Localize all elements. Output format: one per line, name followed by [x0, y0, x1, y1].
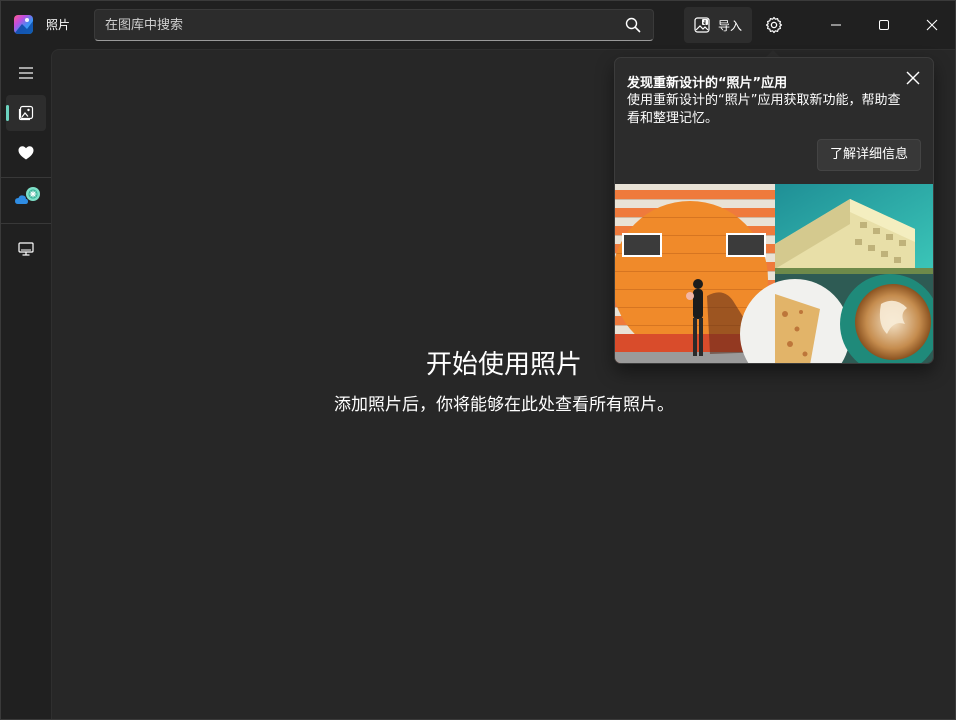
search-input[interactable]	[105, 10, 605, 40]
teaching-tip-title: 发现重新设计的“照片”应用	[627, 76, 788, 91]
close-icon[interactable]	[905, 70, 921, 86]
sidebar-divider	[1, 177, 51, 178]
settings-button[interactable]	[759, 9, 789, 41]
gear-icon	[765, 16, 783, 34]
import-label: 导入	[718, 19, 743, 33]
maximize-button[interactable]	[860, 1, 906, 49]
gallery-icon	[18, 105, 34, 121]
app-title: 照片	[46, 18, 71, 32]
heart-icon	[18, 146, 34, 160]
sidebar-item-onedrive[interactable]	[6, 181, 46, 217]
title-bar: 照片 导入	[1, 1, 955, 49]
minimize-icon	[831, 24, 841, 26]
learn-more-button[interactable]: 了解详细信息	[816, 139, 921, 171]
sidebar-divider	[1, 223, 51, 224]
maximize-icon	[879, 20, 889, 30]
menu-toggle-button[interactable]	[6, 55, 46, 91]
teaching-tip: 发现重新设计的“照片”应用 使用重新设计的“照片”应用获取新功能，帮助查看和整理…	[614, 57, 934, 364]
minimize-button[interactable]	[812, 1, 858, 49]
close-window-button[interactable]	[908, 1, 954, 49]
photos-window: 照片 导入	[0, 0, 956, 720]
empty-state-subtitle: 添加照片后，你将能够在此处查看所有照片。	[334, 395, 674, 415]
hamburger-icon	[19, 67, 33, 79]
monitor-icon	[18, 242, 34, 256]
search-icon[interactable]	[625, 17, 641, 33]
teaching-tip-image	[615, 184, 933, 363]
sidebar-item-this-pc[interactable]	[6, 231, 46, 267]
import-icon	[694, 17, 710, 33]
import-button[interactable]: 导入	[684, 7, 752, 43]
cloud-icon	[15, 187, 40, 204]
sidebar-item-gallery[interactable]	[6, 95, 46, 131]
teaching-tip-body: 使用重新设计的“照片”应用获取新功能，帮助查看和整理记忆。	[627, 93, 901, 126]
sidebar-item-favorites[interactable]	[6, 135, 46, 171]
selection-indicator	[6, 105, 9, 121]
close-icon	[926, 19, 938, 31]
search-box[interactable]	[94, 9, 654, 41]
sidebar	[1, 49, 51, 719]
photos-app-icon	[14, 15, 33, 34]
